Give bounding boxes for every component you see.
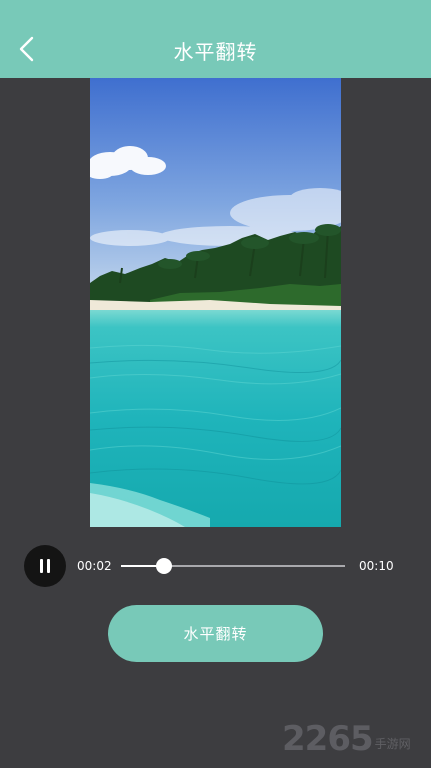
progress-thumb[interactable]: [155, 558, 172, 574]
playback-controls: 00:02 00:10: [0, 542, 431, 590]
progress-slider[interactable]: [121, 558, 345, 574]
video-preview[interactable]: [90, 78, 341, 527]
beach-scene-image: [90, 78, 341, 527]
pause-icon: [40, 559, 43, 573]
watermark-suffix: 手游网: [374, 737, 411, 751]
total-time: 00:10: [359, 559, 394, 573]
current-time: 00:02: [77, 559, 112, 573]
app-header: 水平翻转: [0, 0, 431, 78]
page-title: 水平翻转: [173, 40, 258, 64]
watermark-number: 2265: [282, 719, 374, 759]
pause-icon-bar: [47, 559, 50, 573]
horizontal-flip-button[interactable]: 水平翻转: [108, 605, 323, 662]
watermark-logo: 2265 手游网: [282, 716, 411, 756]
pause-button[interactable]: [24, 545, 66, 587]
